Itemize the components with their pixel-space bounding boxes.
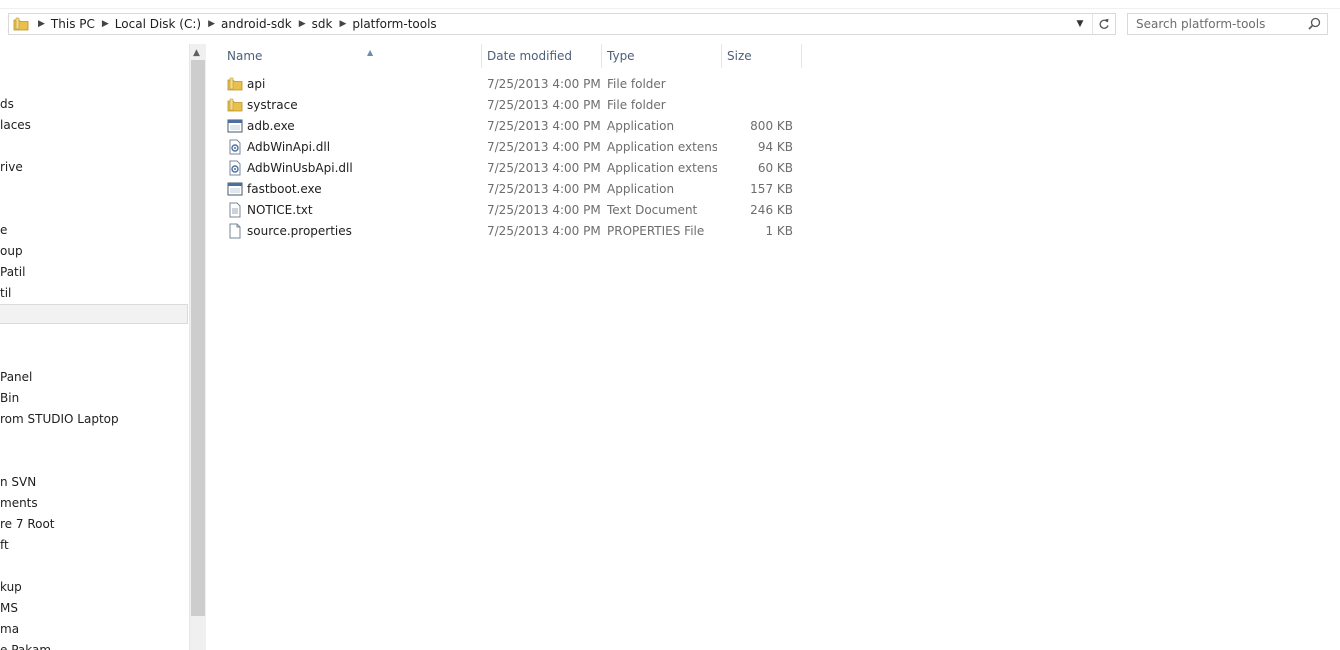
nav-item[interactable]: rive	[0, 157, 23, 178]
sort-ascending-icon: ▲	[367, 48, 374, 57]
nav-item[interactable]: ma	[0, 619, 19, 640]
breadcrumb-platform-tools[interactable]: platform-tools	[352, 17, 436, 31]
nav-item[interactable]: ments	[0, 493, 38, 514]
breadcrumb: ▶ This PC ▶ Local Disk (C:) ▶ android-sd…	[31, 14, 437, 34]
search-box[interactable]	[1127, 13, 1328, 35]
file-type: Application	[607, 119, 675, 133]
file-date: 7/25/2013 4:00 PM	[487, 182, 601, 196]
window-top-edge	[0, 0, 1340, 9]
chevron-right-icon[interactable]: ▶	[299, 19, 306, 29]
file-type: Text Document	[607, 203, 698, 217]
nav-item[interactable]: e Pakam	[0, 640, 51, 650]
file-type: Application extens...	[607, 140, 717, 154]
file-name: api	[247, 77, 266, 91]
breadcrumb-sdk[interactable]: sdk	[312, 17, 333, 31]
file-icon	[227, 223, 243, 242]
nav-item[interactable]: til	[0, 283, 11, 304]
file-size: 94 KB	[757, 140, 793, 154]
text-file-icon	[227, 202, 243, 221]
chevron-right-icon[interactable]: ▶	[208, 19, 215, 29]
file-date: 7/25/2013 4:00 PM	[487, 224, 601, 238]
file-size: 157 KB	[750, 182, 793, 196]
nav-item[interactable]: oup	[0, 241, 23, 262]
file-name: source.properties	[247, 224, 352, 238]
file-size: 246 KB	[750, 203, 793, 217]
file-date: 7/25/2013 4:00 PM	[487, 98, 601, 112]
nav-item[interactable]: ds	[0, 94, 14, 115]
dll-icon	[227, 139, 243, 158]
breadcrumb-android-sdk[interactable]: android-sdk	[221, 17, 292, 31]
application-icon	[227, 181, 243, 200]
application-icon	[227, 118, 243, 137]
folder-icon	[227, 97, 243, 116]
breadcrumb-local-disk[interactable]: Local Disk (C:)	[115, 17, 201, 31]
nav-item[interactable]: e	[0, 220, 7, 241]
nav-item[interactable]: MS	[0, 598, 18, 619]
file-name: fastboot.exe	[247, 182, 322, 196]
file-type: Application extens...	[607, 161, 717, 175]
nav-item[interactable]: rom STUDIO Laptop	[0, 409, 119, 430]
file-size: 1 KB	[765, 224, 793, 238]
column-divider[interactable]	[481, 44, 482, 68]
file-size: 800 KB	[750, 119, 793, 133]
scrollbar-thumb[interactable]	[191, 60, 205, 616]
chevron-right-icon[interactable]: ▶	[339, 19, 346, 29]
chevron-down-icon[interactable]: ▼	[1073, 14, 1087, 34]
file-date: 7/25/2013 4:00 PM	[487, 161, 601, 175]
column-divider[interactable]	[801, 44, 802, 68]
column-divider[interactable]	[721, 44, 722, 68]
column-divider[interactable]	[601, 44, 602, 68]
refresh-icon[interactable]	[1092, 14, 1115, 34]
address-bar[interactable]: ▶ This PC ▶ Local Disk (C:) ▶ android-sd…	[8, 13, 1116, 35]
file-name: AdbWinUsbApi.dll	[247, 161, 353, 175]
file-name: systrace	[247, 98, 298, 112]
column-header-name[interactable]: Name ▲	[227, 44, 481, 68]
file-list: Name ▲ Date modified Type Size api 7/25/…	[206, 44, 1340, 650]
column-header-type[interactable]: Type	[607, 44, 721, 68]
nav-item[interactable]: re 7 Root	[0, 514, 55, 535]
file-type: Application	[607, 182, 675, 196]
nav-item[interactable]: n SVN	[0, 472, 36, 493]
file-type: PROPERTIES File	[607, 224, 705, 238]
search-icon[interactable]	[1308, 17, 1321, 33]
file-row[interactable]: adb.exe 7/25/2013 4:00 PM Application 80…	[220, 116, 800, 137]
nav-item[interactable]: Panel	[0, 367, 32, 388]
file-type: File folder	[607, 98, 666, 112]
column-header-size[interactable]: Size	[727, 44, 801, 68]
file-date: 7/25/2013 4:00 PM	[487, 140, 601, 154]
column-header-date[interactable]: Date modified	[487, 44, 601, 68]
dll-icon	[227, 160, 243, 179]
nav-item[interactable]: Patil	[0, 262, 25, 283]
search-input[interactable]	[1128, 14, 1306, 34]
navigation-pane: ds laces rive e oup Patil til Panel Bin …	[0, 44, 190, 650]
file-row[interactable]: AdbWinUsbApi.dll 7/25/2013 4:00 PM Appli…	[220, 158, 800, 179]
file-date: 7/25/2013 4:00 PM	[487, 203, 601, 217]
file-name: adb.exe	[247, 119, 295, 133]
file-date: 7/25/2013 4:00 PM	[487, 77, 601, 91]
file-name: NOTICE.txt	[247, 203, 313, 217]
file-type: File folder	[607, 77, 666, 91]
nav-item[interactable]: laces	[0, 115, 31, 136]
chevron-right-icon[interactable]: ▶	[102, 19, 109, 29]
chevron-right-icon[interactable]: ▶	[38, 19, 45, 29]
file-row[interactable]: fastboot.exe 7/25/2013 4:00 PM Applicati…	[220, 179, 800, 200]
nav-item[interactable]: kup	[0, 577, 22, 598]
file-row[interactable]: systrace 7/25/2013 4:00 PM File folder	[220, 95, 800, 116]
nav-item[interactable]: ft	[0, 535, 9, 556]
folder-icon	[227, 76, 243, 95]
file-name: AdbWinApi.dll	[247, 140, 331, 154]
nav-selected-item[interactable]	[0, 304, 188, 324]
nav-item[interactable]: Bin	[0, 388, 19, 409]
file-row[interactable]: AdbWinApi.dll 7/25/2013 4:00 PM Applicat…	[220, 137, 800, 158]
file-row[interactable]: NOTICE.txt 7/25/2013 4:00 PM Text Docume…	[220, 200, 800, 221]
file-row[interactable]: api 7/25/2013 4:00 PM File folder	[220, 74, 800, 95]
nav-pane-scrollbar[interactable]: ▲	[189, 44, 206, 650]
file-row[interactable]: source.properties 7/25/2013 4:00 PM PROP…	[220, 221, 800, 242]
scroll-up-arrow-icon[interactable]: ▲	[193, 48, 200, 58]
breadcrumb-this-pc[interactable]: This PC	[51, 17, 95, 31]
file-date: 7/25/2013 4:00 PM	[487, 119, 601, 133]
folder-icon	[13, 17, 29, 35]
file-size: 60 KB	[757, 161, 793, 175]
